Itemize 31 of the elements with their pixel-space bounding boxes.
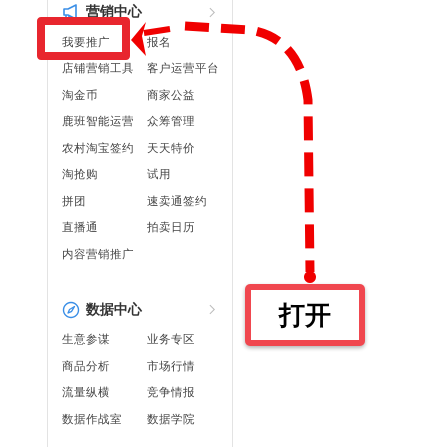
menu-item[interactable]: 直播通 [62, 220, 98, 236]
menu-item[interactable]: 鹿班智能运营 [62, 114, 134, 130]
menu-item[interactable]: 淘金币 [62, 88, 98, 103]
chevron-icon[interactable] [209, 304, 216, 315]
chevron-icon[interactable] [209, 6, 216, 18]
menu-item[interactable]: 淘抢购 [62, 167, 98, 182]
menu-item[interactable]: 流量纵横 [62, 385, 110, 400]
menu-item[interactable]: 众筹管理 [147, 114, 195, 130]
menu-item[interactable]: 业务专区 [147, 332, 195, 348]
section-title[interactable]: 数据中心 [86, 300, 209, 318]
menu-item[interactable]: 拍卖日历 [147, 220, 195, 236]
menu-item[interactable]: 商品分析 [62, 358, 110, 374]
menu-item[interactable]: 生意参谋 [62, 332, 110, 348]
menu-item[interactable]: 农村淘宝签约 [62, 140, 134, 156]
menu-item[interactable]: 报名 [147, 34, 171, 50]
menu-item[interactable]: 试用 [147, 167, 171, 182]
menu-item[interactable]: 数据学院 [147, 412, 195, 427]
menu-item[interactable]: 拼团 [62, 194, 86, 209]
callout-label: 打开 [245, 284, 365, 346]
section-title[interactable]: 营销中心 [86, 3, 209, 21]
menu-item[interactable]: 竞争情报 [147, 385, 195, 400]
menu-item[interactable]: 内容营销推广 [62, 246, 134, 262]
menu-item[interactable]: 客户运营平台 [147, 61, 219, 76]
menu-item[interactable]: 速卖通签约 [147, 194, 207, 209]
compass-icon [62, 300, 80, 318]
menu-item[interactable]: 我要推广 [62, 34, 110, 50]
menu-item[interactable]: 店铺营销工具 [62, 61, 134, 76]
menu-item[interactable]: 天天特价 [147, 140, 195, 156]
menu-item[interactable]: 商家公益 [147, 88, 195, 103]
menu-item[interactable]: 市场行情 [147, 358, 195, 374]
menu-item[interactable]: 数据作战室 [62, 412, 122, 427]
